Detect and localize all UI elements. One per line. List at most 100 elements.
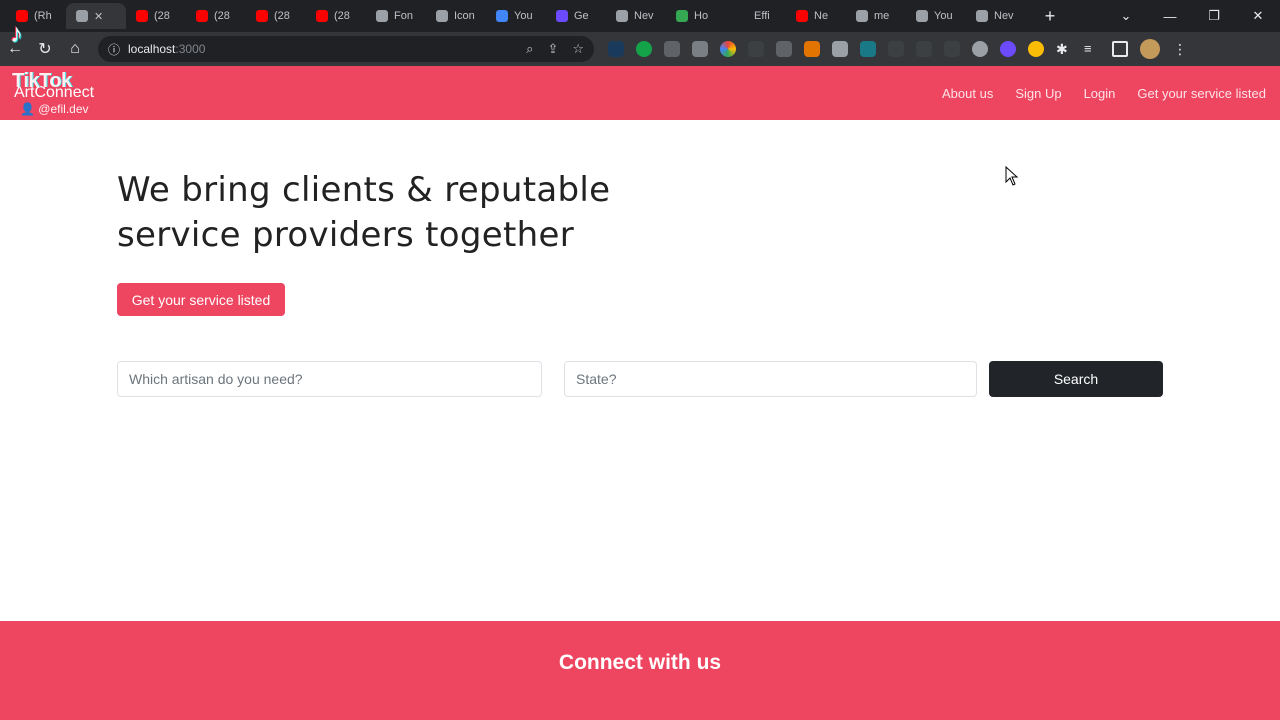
artisan-input[interactable] (117, 361, 542, 397)
extension-icon[interactable] (664, 41, 680, 57)
site-nav: About us Sign Up Login Get your service … (942, 86, 1266, 101)
tab-label: Nev (994, 10, 1014, 22)
site-info-icon[interactable]: ⓘ (108, 41, 120, 58)
browser-tab[interactable]: Ho (666, 3, 726, 29)
reading-list-icon[interactable]: ≡ (1084, 41, 1100, 57)
extension-icon[interactable] (608, 41, 624, 57)
footer-title: Connect with us (558, 651, 722, 674)
extension-icon[interactable] (804, 41, 820, 57)
get-listed-button[interactable]: Get your service listed (117, 283, 285, 316)
tab-label: (28 (334, 10, 350, 22)
tab-label: Ho (694, 10, 709, 22)
new-badge-icon[interactable] (748, 41, 764, 57)
tab-favicon-icon (376, 10, 388, 22)
extension-icon[interactable] (1000, 41, 1016, 57)
tab-search-icon[interactable]: ⌄ (1104, 8, 1148, 24)
zoom-icon[interactable]: ⌕ (526, 41, 533, 57)
react-devtools-icon[interactable] (972, 41, 988, 57)
address-bar[interactable]: ⓘ localhost :3000 ⌕ ⇪ ☆ (98, 36, 594, 62)
tab-favicon-icon (916, 10, 928, 22)
tab-favicon-icon (556, 10, 568, 22)
shield-icon[interactable] (832, 41, 848, 57)
tab-label: (Rh (34, 10, 52, 22)
browser-tab[interactable]: Ge (546, 3, 606, 29)
nav-get-listed[interactable]: Get your service listed (1137, 86, 1266, 101)
extension-icon[interactable] (860, 41, 876, 57)
address-port: :3000 (175, 42, 206, 56)
browser-tab[interactable]: me (846, 3, 906, 29)
side-panel-icon[interactable] (1112, 41, 1128, 57)
extension-icon[interactable] (776, 41, 792, 57)
tab-label: (28 (274, 10, 290, 22)
color-picker-icon[interactable] (720, 41, 736, 57)
tab-label: Icon (454, 10, 475, 22)
tab-list: (Rh ✕ (28 (28 (28 (28 Fon Icon You Ge Ne… (0, 0, 1062, 32)
omnibox-actions: ⌕ ⇪ ☆ (526, 41, 584, 57)
browser-tabstrip: (Rh ✕ (28 (28 (28 (28 Fon Icon You Ge Ne… (0, 0, 1280, 32)
restore-icon[interactable]: ❐ (1192, 8, 1236, 24)
tab-favicon-icon (196, 10, 208, 22)
browser-tab[interactable]: (28 (306, 3, 366, 29)
tab-label: (28 (154, 10, 170, 22)
grammarly-icon[interactable] (636, 41, 652, 57)
tab-favicon-icon (76, 10, 88, 22)
extension-icon[interactable] (888, 41, 904, 57)
minimize-icon[interactable]: — (1148, 9, 1192, 24)
browser-tab[interactable]: (28 (126, 3, 186, 29)
mouse-cursor-icon (1005, 166, 1019, 186)
extension-icon[interactable] (944, 41, 960, 57)
tab-favicon-icon (136, 10, 148, 22)
browser-tab-active[interactable]: ✕ (66, 3, 126, 29)
address-url: localhost (128, 42, 176, 56)
browser-tab[interactable]: Fon (366, 3, 426, 29)
reload-icon[interactable]: ↻ (30, 34, 60, 64)
close-window-icon[interactable]: ✕ (1236, 8, 1280, 24)
site-footer: Connect with us (0, 621, 1280, 720)
tiktok-handle-text: @efil.dev (38, 102, 89, 116)
tab-favicon-icon (436, 10, 448, 22)
search-button[interactable]: Search (989, 361, 1163, 397)
browser-tab[interactable]: You (486, 3, 546, 29)
browser-tab[interactable]: Nev (966, 3, 1026, 29)
tab-label: me (874, 10, 890, 22)
kebab-menu-icon[interactable]: ⋮ (1172, 41, 1188, 57)
nav-sign-up[interactable]: Sign Up (1015, 86, 1061, 101)
tiktok-wordmark: TikTok (12, 70, 72, 92)
tab-label: Ne (814, 10, 829, 22)
tab-label: Effi (754, 10, 770, 22)
tab-label: Nev (634, 10, 654, 22)
browser-tab[interactable]: Icon (426, 3, 486, 29)
browser-tab[interactable]: Ne (786, 3, 846, 29)
bookmark-star-icon[interactable]: ☆ (572, 41, 584, 57)
tab-label: You (514, 10, 533, 22)
browser-tab[interactable]: Effi (726, 3, 786, 29)
state-input[interactable] (564, 361, 977, 397)
puzzle-icon[interactable]: ✱ (1056, 41, 1072, 57)
tab-favicon-icon (496, 10, 508, 22)
tab-label: Fon (394, 10, 413, 22)
tab-favicon-icon (316, 10, 328, 22)
browser-tab[interactable]: Nev (606, 3, 666, 29)
browser-toolbar: ← ↻ ⌂ ⓘ localhost :3000 ⌕ ⇪ ☆ ✱ ≡ ⋮ (0, 32, 1280, 66)
tab-favicon-icon (256, 10, 268, 22)
tab-label: (28 (214, 10, 230, 22)
tab-favicon-icon (676, 10, 688, 22)
nav-login[interactable]: Login (1084, 86, 1116, 101)
extension-icon[interactable] (692, 41, 708, 57)
new-tab-button[interactable]: + (1038, 6, 1062, 27)
home-icon[interactable]: ⌂ (60, 34, 90, 64)
site-header: ArtConnect About us Sign Up Login Get yo… (0, 66, 1280, 120)
tab-favicon-icon (856, 10, 868, 22)
profile-avatar[interactable] (1140, 39, 1160, 59)
tab-label: Ge (574, 10, 589, 22)
browser-tab[interactable]: You (906, 3, 966, 29)
browser-tab[interactable]: (28 (246, 3, 306, 29)
extension-icon[interactable] (916, 41, 932, 57)
browser-tab[interactable]: (28 (186, 3, 246, 29)
tab-close-icon[interactable]: ✕ (94, 10, 103, 23)
share-icon[interactable]: ⇪ (547, 41, 558, 57)
nav-about-us[interactable]: About us (942, 86, 993, 101)
tiktok-watermark: ♪ TikTok 👤 @efil.dev (10, 18, 89, 116)
extension-icon[interactable] (1028, 41, 1044, 57)
tab-favicon-icon (976, 10, 988, 22)
